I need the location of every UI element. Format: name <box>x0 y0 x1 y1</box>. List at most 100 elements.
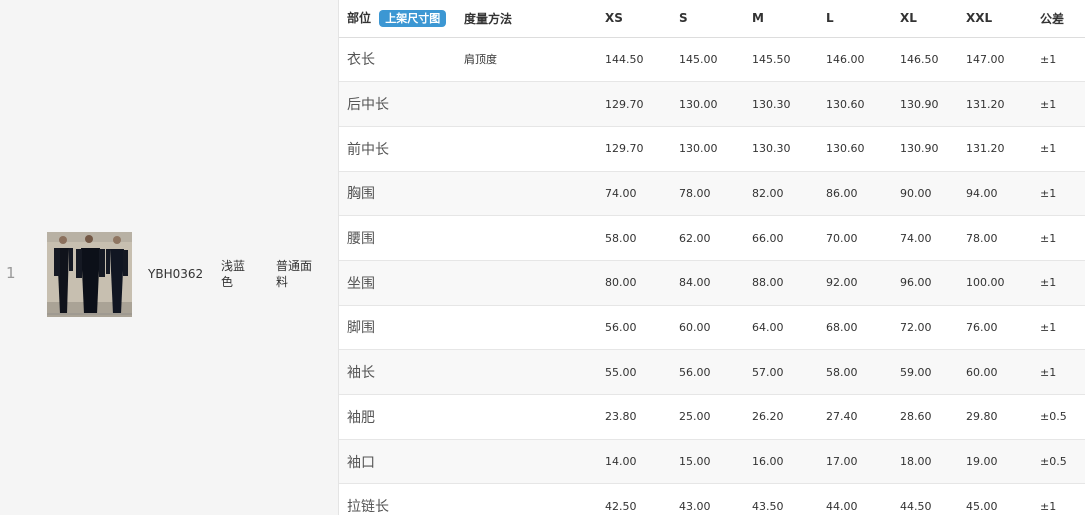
tolerance-value: ±1 <box>1032 37 1085 83</box>
size-m-value: 145.50 <box>744 37 818 83</box>
size-xxl-value: 147.00 <box>958 37 1032 83</box>
size-s-value: 78.00 <box>671 171 744 217</box>
size-xxl-value: 76.00 <box>958 305 1032 351</box>
part-name: 腰围 <box>339 215 456 261</box>
size-xxl-value: 60.00 <box>958 349 1032 395</box>
size-m-value: 43.50 <box>744 483 818 515</box>
part-name: 脚围 <box>339 305 456 351</box>
size-xl-value: 130.90 <box>892 126 958 172</box>
product-size-page: 1 YBH0362 浅蓝色 普通面料 部位 上架尺寸图 度量方法 XS S M … <box>0 0 1085 515</box>
table-row: 袖长 55.00 56.00 57.00 58.00 59.00 60.00 ±… <box>339 349 1085 395</box>
part-name: 胸围 <box>339 171 456 217</box>
size-xl-value: 44.50 <box>892 483 958 515</box>
table-row: 坐围 80.00 84.00 88.00 92.00 96.00 100.00 … <box>339 260 1085 306</box>
size-xxl-value: 131.20 <box>958 81 1032 127</box>
measurement-method: 肩顶度 <box>456 37 597 83</box>
size-xl-value: 28.60 <box>892 394 958 440</box>
tolerance-value: ±0.5 <box>1032 439 1085 485</box>
header-size-m: M <box>744 0 818 38</box>
header-size-xl: XL <box>892 0 958 38</box>
measurement-method <box>456 171 597 217</box>
size-xxl-value: 19.00 <box>958 439 1032 485</box>
size-xl-value: 146.50 <box>892 37 958 83</box>
product-fabric: 普通面料 <box>276 259 313 289</box>
size-s-value: 84.00 <box>671 260 744 306</box>
tolerance-value: ±1 <box>1032 260 1085 306</box>
header-part: 部位 上架尺寸图 <box>339 0 456 38</box>
part-name: 前中长 <box>339 126 456 172</box>
size-xxl-value: 100.00 <box>958 260 1032 306</box>
measurement-method <box>456 81 597 127</box>
size-xl-value: 74.00 <box>892 215 958 261</box>
header-tolerance: 公差 <box>1032 0 1085 38</box>
size-xxl-value: 29.80 <box>958 394 1032 440</box>
measurement-method <box>456 126 597 172</box>
size-table: 部位 上架尺寸图 度量方法 XS S M L XL XXL 公差 衣长 肩顶度 <box>339 0 1085 515</box>
size-xl-value: 130.90 <box>892 81 958 127</box>
part-name: 衣长 <box>339 37 456 83</box>
size-xxl-value: 131.20 <box>958 126 1032 172</box>
measurement-method <box>456 483 597 515</box>
size-s-value: 60.00 <box>671 305 744 351</box>
table-row: 衣长 肩顶度 144.50 145.00 145.50 146.00 146.5… <box>339 37 1085 83</box>
size-table-container: 部位 上架尺寸图 度量方法 XS S M L XL XXL 公差 衣长 肩顶度 <box>338 0 1085 515</box>
measurement-method <box>456 260 597 306</box>
size-m-value: 64.00 <box>744 305 818 351</box>
measurement-method <box>456 349 597 395</box>
row-number: 1 <box>6 264 16 282</box>
size-xl-value: 59.00 <box>892 349 958 395</box>
size-l-value: 70.00 <box>818 215 892 261</box>
measurement-method <box>456 215 597 261</box>
tolerance-value: ±1 <box>1032 483 1085 515</box>
table-row: 后中长 129.70 130.00 130.30 130.60 130.90 1… <box>339 81 1085 127</box>
header-measurement-method: 度量方法 <box>456 0 597 38</box>
size-xs-value: 42.50 <box>597 483 671 515</box>
size-l-value: 27.40 <box>818 394 892 440</box>
table-row: 袖肥 23.80 25.00 26.20 27.40 28.60 29.80 ±… <box>339 394 1085 440</box>
size-xs-value: 55.00 <box>597 349 671 395</box>
table-row: 腰围 58.00 62.00 66.00 70.00 74.00 78.00 ±… <box>339 215 1085 261</box>
size-xxl-value: 94.00 <box>958 171 1032 217</box>
tolerance-value: ±1 <box>1032 215 1085 261</box>
table-row: 前中长 129.70 130.00 130.30 130.60 130.90 1… <box>339 126 1085 172</box>
size-xs-value: 56.00 <box>597 305 671 351</box>
part-name: 袖肥 <box>339 394 456 440</box>
tolerance-value: ±1 <box>1032 126 1085 172</box>
size-l-value: 68.00 <box>818 305 892 351</box>
part-name: 拉链长 <box>339 483 456 515</box>
size-xl-value: 72.00 <box>892 305 958 351</box>
size-s-value: 25.00 <box>671 394 744 440</box>
size-xl-value: 18.00 <box>892 439 958 485</box>
product-thumbnail-image[interactable] <box>47 232 132 317</box>
size-m-value: 130.30 <box>744 126 818 172</box>
size-xs-value: 144.50 <box>597 37 671 83</box>
size-m-value: 57.00 <box>744 349 818 395</box>
size-xl-value: 96.00 <box>892 260 958 306</box>
size-s-value: 130.00 <box>671 126 744 172</box>
size-m-value: 82.00 <box>744 171 818 217</box>
part-name: 袖长 <box>339 349 456 395</box>
product-sku: YBH0362 <box>148 267 204 281</box>
size-xl-value: 90.00 <box>892 171 958 217</box>
tolerance-value: ±1 <box>1032 349 1085 395</box>
table-row: 脚围 56.00 60.00 64.00 68.00 72.00 76.00 ±… <box>339 305 1085 351</box>
tolerance-value: ±1 <box>1032 171 1085 217</box>
table-row: 拉链长 42.50 43.00 43.50 44.00 44.50 45.00 … <box>339 483 1085 515</box>
size-m-value: 88.00 <box>744 260 818 306</box>
table-row: 袖口 14.00 15.00 16.00 17.00 18.00 19.00 ±… <box>339 439 1085 485</box>
header-size-xxl: XXL <box>958 0 1032 38</box>
part-name: 坐围 <box>339 260 456 306</box>
part-name: 后中长 <box>339 81 456 127</box>
size-table-header-row: 部位 上架尺寸图 度量方法 XS S M L XL XXL 公差 <box>339 0 1085 38</box>
listing-size-chart-badge[interactable]: 上架尺寸图 <box>379 10 447 28</box>
size-m-value: 26.20 <box>744 394 818 440</box>
tolerance-value: ±1 <box>1032 81 1085 127</box>
header-size-s: S <box>671 0 744 38</box>
size-l-value: 130.60 <box>818 126 892 172</box>
size-s-value: 43.00 <box>671 483 744 515</box>
size-xs-value: 80.00 <box>597 260 671 306</box>
size-s-value: 56.00 <box>671 349 744 395</box>
size-l-value: 86.00 <box>818 171 892 217</box>
size-xs-value: 129.70 <box>597 81 671 127</box>
size-s-value: 62.00 <box>671 215 744 261</box>
